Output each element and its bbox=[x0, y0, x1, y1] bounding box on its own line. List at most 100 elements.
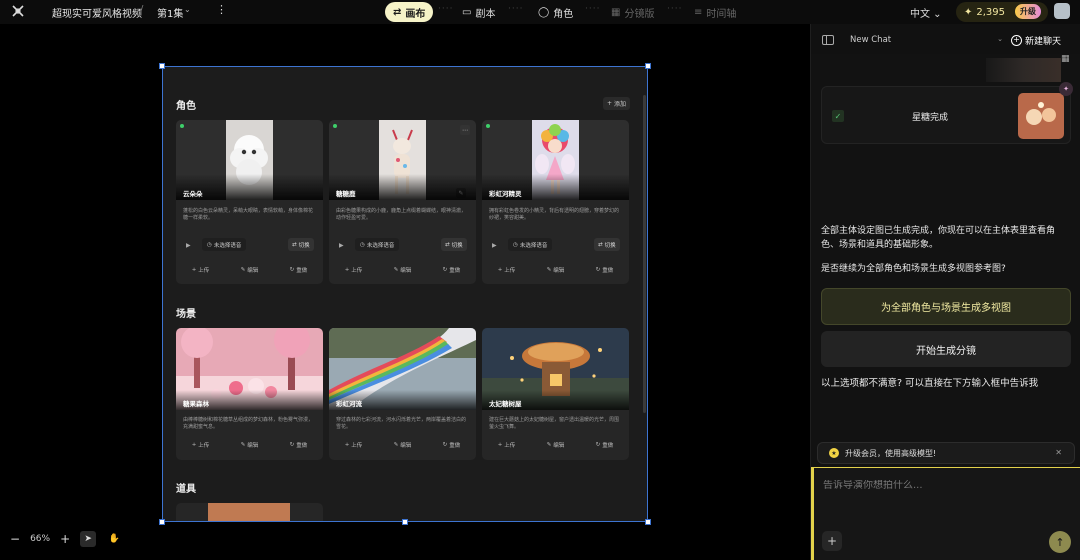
select-cursor-icon[interactable]: ➤ bbox=[80, 531, 97, 547]
scene-name: 糖果森林 bbox=[183, 400, 209, 408]
tab-divider: ···· bbox=[667, 4, 683, 14]
character-name: 糖糖鹿 bbox=[336, 190, 356, 198]
sidebar-toggle-icon[interactable] bbox=[822, 35, 834, 45]
upgrade-promo-banner[interactable]: ★ 升级会员，使用高级模型! ✕ bbox=[817, 442, 1075, 464]
regenerate-button[interactable]: ↻ 重做 bbox=[443, 441, 461, 449]
timeline-icon: ≡ bbox=[694, 6, 703, 18]
edit-button[interactable]: ✎ 编辑 bbox=[241, 266, 259, 274]
tab-timeline[interactable]: ≡ 时间轴 bbox=[686, 2, 744, 22]
ai-avatar: ✦ bbox=[1059, 82, 1073, 96]
promo-text: 升级会员，使用高级模型! bbox=[845, 448, 937, 458]
upload-button[interactable]: + 上传 bbox=[192, 266, 210, 274]
regenerate-button[interactable]: ↻ 重做 bbox=[596, 266, 614, 274]
chevron-down-icon[interactable]: ⌄ bbox=[184, 5, 191, 14]
play-icon[interactable]: ▶ bbox=[492, 242, 497, 249]
character-sheet-frame[interactable]: 角色 + 添加 云朵朵 蓬松的白色云朵精灵，呆萌大眼睛，表情软萌，身体像棉花糖一… bbox=[162, 66, 648, 522]
clock-icon: ◷ bbox=[360, 241, 365, 248]
person-icon: ◯ bbox=[538, 6, 550, 18]
result-thumbnail[interactable] bbox=[1018, 93, 1064, 139]
prop-image[interactable] bbox=[208, 503, 290, 521]
play-icon[interactable]: ▶ bbox=[339, 242, 344, 249]
upload-button[interactable]: + 上传 bbox=[192, 441, 210, 449]
avatar[interactable] bbox=[1054, 3, 1070, 19]
upload-button[interactable]: + 上传 bbox=[498, 441, 516, 449]
card-actions: + 上传 ✎ 编辑 ↻ 重做 bbox=[482, 441, 629, 449]
tab-characters[interactable]: ◯ 角色 bbox=[530, 2, 581, 22]
send-arrow-icon[interactable]: ↑ bbox=[1049, 531, 1071, 553]
chat-input[interactable] bbox=[823, 480, 1063, 491]
regenerate-button[interactable]: ↻ 重做 bbox=[290, 441, 308, 449]
project-title[interactable]: 超现实可爱风格视频 bbox=[52, 5, 142, 20]
switch-voice-button[interactable]: ⇄ 切换 bbox=[441, 238, 467, 251]
swap-icon: ⇄ bbox=[598, 241, 603, 248]
tab-divider: ···· bbox=[508, 4, 524, 14]
generate-multiview-button[interactable]: 为全部角色与场景生成多视图 bbox=[821, 288, 1071, 325]
close-icon[interactable]: ✕ bbox=[1055, 448, 1062, 457]
sliders-icon: ⇄ bbox=[393, 6, 402, 18]
upload-label: 上传 bbox=[504, 443, 516, 449]
character-card[interactable]: 云朵朵 蓬松的白色云朵精灵，呆萌大眼睛，表情软萌，身体像棉花糖一样柔软。 ▶ ◷… bbox=[176, 120, 323, 284]
scene-card[interactable]: 糖果森林 由棒棒糖树和棉花糖草丛组成的梦幻森林，粉色雾气弥漫，充满甜蜜气息。 +… bbox=[176, 328, 323, 460]
app-logo-icon[interactable] bbox=[10, 3, 26, 19]
canvas-area[interactable]: 角色 ⤢ 角色 + 添加 bbox=[0, 24, 810, 560]
scene-card[interactable]: 太妃糖树屋 建在巨大蘑菇上的太妃糖树屋，窗户透出温暖的光芒，周围萤火虫飞舞。 +… bbox=[482, 328, 629, 460]
upload-button[interactable]: + 上传 bbox=[345, 266, 363, 274]
upload-button[interactable]: + 上传 bbox=[498, 266, 516, 274]
upload-button[interactable]: + 上传 bbox=[345, 441, 363, 449]
edit-button[interactable]: ✎ 编辑 bbox=[547, 441, 565, 449]
check-icon: ✓ bbox=[832, 110, 844, 122]
edit-button[interactable]: ✎ 编辑 bbox=[241, 441, 259, 449]
more-options-icon[interactable]: ⋯ bbox=[460, 125, 470, 135]
edit-button[interactable]: ✎ 编辑 bbox=[394, 266, 412, 274]
edit-button[interactable]: ✎ 编辑 bbox=[547, 266, 565, 274]
image-preview-strip bbox=[986, 58, 1061, 82]
switch-voice-button[interactable]: ⇄ 切换 bbox=[594, 238, 620, 251]
chat-header: New Chat ⌄ + 新建聊天 bbox=[811, 24, 1080, 54]
status-text: 星糖完成 bbox=[912, 113, 949, 123]
resize-handle[interactable] bbox=[159, 63, 165, 69]
resize-handle[interactable] bbox=[645, 519, 651, 525]
new-chat-button[interactable]: + 新建聊天 bbox=[1011, 32, 1061, 48]
scrollbar[interactable] bbox=[643, 95, 646, 413]
language-selector[interactable]: 中文 ⌄ bbox=[910, 5, 942, 20]
resize-handle[interactable] bbox=[645, 63, 651, 69]
language-label: 中文 bbox=[910, 9, 930, 20]
voice-selector[interactable]: ◷ 未选择语音 bbox=[355, 238, 400, 251]
regenerate-button[interactable]: ↻ 重做 bbox=[443, 266, 461, 274]
card-actions: + 上传 ✎ 编辑 ↻ 重做 bbox=[176, 441, 323, 449]
character-card[interactable]: ⋯ ✎ 糖糖鹿 由彩色糖果构成的小鹿，鹿角上点缀着蝴蝶结，眼神清澈，动作轻盈可爱… bbox=[329, 120, 476, 284]
zoom-out-button[interactable]: − bbox=[10, 532, 20, 546]
clock-icon: ◷ bbox=[207, 241, 212, 248]
add-character-button[interactable]: + 添加 bbox=[603, 97, 630, 110]
regenerate-button[interactable]: ↻ 重做 bbox=[596, 441, 614, 449]
prop-card[interactable] bbox=[176, 503, 323, 521]
more-options-icon[interactable]: ⋮ bbox=[216, 3, 227, 16]
tab-script[interactable]: ▭ 剧本 bbox=[454, 2, 503, 22]
scene-card[interactable]: 彩虹河流 穿过森林的七彩河流，河水闪烁着光芒，两岸覆盖着洁白的雪花。 + 上传 … bbox=[329, 328, 476, 460]
resize-handle[interactable] bbox=[402, 519, 408, 525]
zoom-in-button[interactable]: + bbox=[60, 532, 70, 546]
attach-plus-icon[interactable]: + bbox=[822, 531, 842, 551]
character-card[interactable]: 彩虹河精灵 拥有彩虹色卷发的小精灵，背后有透明的翅膀，穿着梦幻的纱裙，笑容甜美。… bbox=[482, 120, 629, 284]
edit-button[interactable]: ✎ 编辑 bbox=[394, 441, 412, 449]
switch-voice-button[interactable]: ⇄ 切换 bbox=[288, 238, 314, 251]
grid-icon[interactable]: ▦ bbox=[1061, 54, 1070, 64]
play-icon[interactable]: ▶ bbox=[186, 242, 191, 249]
upload-label: 上传 bbox=[504, 268, 516, 274]
episode-selector[interactable]: 第1集 bbox=[157, 5, 183, 20]
tab-canvas[interactable]: ⇄ 画布 bbox=[385, 2, 434, 22]
task-status-card[interactable]: ✓ 星糖完成 bbox=[821, 86, 1071, 144]
voice-label: 未选择语音 bbox=[366, 242, 395, 249]
voice-selector[interactable]: ◷ 未选择语音 bbox=[508, 238, 553, 251]
edit-label: 编辑 bbox=[553, 268, 565, 274]
voice-selector[interactable]: ◷ 未选择语音 bbox=[202, 238, 247, 251]
upload-label: 上传 bbox=[198, 443, 210, 449]
start-storyboard-button[interactable]: 开始生成分镜 bbox=[821, 331, 1071, 367]
chat-selector[interactable]: New Chat ⌄ bbox=[845, 32, 1005, 48]
scene-description: 由棒棒糖树和棉花糖草丛组成的梦幻森林，粉色雾气弥漫，充满甜蜜气息。 bbox=[183, 417, 314, 430]
hand-pan-icon[interactable]: ✋ bbox=[106, 531, 122, 547]
tab-storyboard[interactable]: ▦ 分镜版 bbox=[603, 2, 662, 22]
regenerate-button[interactable]: ↻ 重做 bbox=[290, 266, 308, 274]
upgrade-button[interactable]: 升级 bbox=[1015, 4, 1041, 19]
resize-handle[interactable] bbox=[159, 519, 165, 525]
